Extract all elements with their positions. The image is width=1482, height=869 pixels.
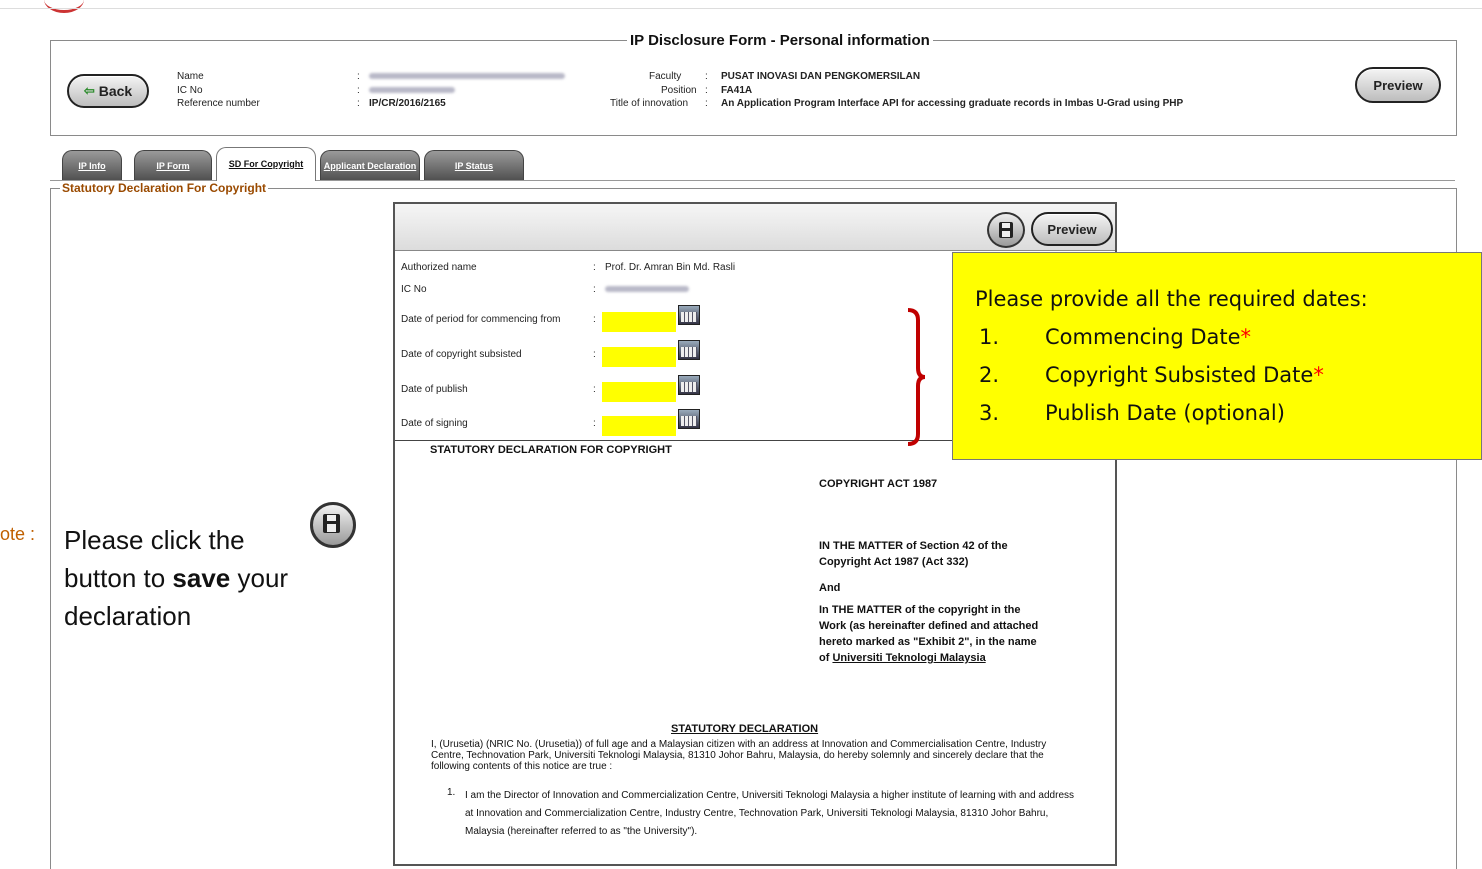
page-title: IP Disclosure Form - Personal informatio… [627, 32, 933, 49]
panel-toolbar: Preview [395, 204, 1115, 251]
name-label: Name [177, 71, 204, 82]
section-title: Statutory Declaration For Copyright [60, 181, 269, 195]
position-label: Position [661, 85, 697, 96]
statutory-declaration-heading: STATUTORY DECLARATION [671, 723, 819, 735]
reference-label: Reference number [177, 98, 260, 109]
callout-item-2-text: Copyright Subsisted Date [1045, 363, 1314, 387]
date-signing-colon: : [593, 418, 596, 429]
and-text: And [819, 582, 841, 594]
callout-item-1: Commencing Date* [1045, 325, 1251, 349]
note-prefix: ote : [0, 524, 36, 544]
date-publish-colon: : [593, 384, 596, 395]
top-divider [0, 8, 1482, 9]
ic-value-redacted [369, 87, 455, 93]
position-colon: : [705, 85, 708, 96]
callout-item-2: Copyright Subsisted Date* [1045, 363, 1324, 387]
arrow-left-icon: ⇦ [83, 83, 95, 98]
back-button[interactable]: ⇦ Back [67, 74, 149, 108]
matter-copyright: In THE MATTER of the copyright in the Wo… [819, 602, 1049, 666]
panel-preview-button[interactable]: Preview [1031, 212, 1113, 246]
panel-ic-value-redacted [605, 286, 689, 292]
innovation-title-label: Title of innovation [610, 98, 689, 109]
faculty-label: Faculty [649, 71, 682, 82]
tab-sd-for-copyright[interactable]: SD For Copyright [216, 147, 316, 181]
save-note-line-1: Please click the [64, 525, 245, 555]
required-star: * [1313, 363, 1324, 387]
callout-title: Please provide all the required dates: [975, 287, 1368, 311]
date-commencing-label: Date of period for commencing from [401, 314, 561, 325]
callout-item-number: 2. [979, 363, 1000, 387]
callout-item-1-text: Commencing Date [1045, 325, 1241, 349]
authorized-name-value: Prof. Dr. Amran Bin Md. Rasli [605, 262, 736, 273]
required-star: * [1240, 325, 1252, 349]
save-note-line-3: declaration [64, 601, 192, 631]
date-signing-label: Date of signing [401, 418, 468, 429]
name-value-redacted [369, 73, 565, 79]
save-note-text-c: your [230, 563, 289, 593]
document-heading: STATUTORY DECLARATION FOR COPYRIGHT [430, 444, 672, 456]
signing-date-input[interactable] [602, 416, 676, 436]
save-note-emphasis: save [172, 563, 231, 593]
name-colon: : [357, 71, 360, 82]
ic-label: IC No [177, 85, 203, 96]
authorized-name-label: Authorized name [401, 262, 477, 273]
declaration-item-1: I am the Director of Innovation and Comm… [465, 790, 1075, 837]
position-value: FA41A [721, 85, 753, 96]
authorized-name-colon: : [593, 262, 596, 273]
tab-ip-status[interactable]: IP Status [424, 150, 524, 181]
back-label: Back [98, 83, 133, 99]
calendar-icon[interactable] [678, 340, 700, 360]
date-commencing-colon: : [593, 314, 596, 325]
callout-item-3: Publish Date (optional) [1045, 401, 1285, 425]
bracket-annotation [907, 308, 926, 446]
university-name-link: Universiti Teknologi Malaysia [832, 652, 986, 664]
logo-fragment [44, 0, 84, 13]
personal-info-box: IP Disclosure Form - Personal informatio… [50, 32, 1457, 136]
required-dates-callout: Please provide all the required dates: 1… [952, 252, 1482, 460]
date-publish-label: Date of publish [401, 384, 468, 395]
matter-section-42: IN THE MATTER of Section 42 of the Copyr… [819, 540, 1008, 568]
save-note-text-a: button to [64, 563, 173, 593]
panel-ic-label: IC No [401, 284, 427, 295]
faculty-value: PUSAT INOVASI DAN PENGKOMERSILAN [721, 71, 921, 82]
publish-date-input[interactable] [602, 382, 676, 402]
callout-item-number: 3. [979, 401, 1000, 425]
item-number: 1. [447, 787, 456, 798]
save-note-line-2: button to save your [64, 559, 288, 597]
tab-applicant-declaration[interactable]: Applicant Declaration [320, 150, 420, 181]
reference-value: IP/CR/2016/2165 [369, 98, 446, 109]
commencing-date-input[interactable] [602, 312, 676, 332]
date-subsisted-label: Date of copyright subsisted [401, 349, 522, 360]
innovation-title-colon: : [705, 98, 708, 109]
act-heading: COPYRIGHT ACT 1987 [819, 478, 938, 490]
calendar-icon[interactable] [678, 305, 700, 325]
faculty-colon: : [705, 71, 708, 82]
callout-item-number: 1. [979, 325, 1000, 349]
floppy-disk-icon [999, 222, 1013, 238]
tab-ip-form[interactable]: IP Form [134, 150, 212, 181]
note-save-button-icon [310, 502, 356, 548]
save-button[interactable] [987, 212, 1025, 248]
tab-ip-info[interactable]: IP Info [62, 150, 122, 181]
calendar-icon[interactable] [678, 409, 700, 429]
floppy-disk-icon [323, 514, 340, 533]
date-subsisted-colon: : [593, 349, 596, 360]
calendar-icon[interactable] [678, 375, 700, 395]
preview-button[interactable]: Preview [1355, 67, 1441, 103]
ic-colon: : [357, 85, 360, 96]
reference-colon: : [357, 98, 360, 109]
panel-ic-colon: : [593, 284, 596, 295]
declaration-paragraph: I, (Urusetia) (NRIC No. (Urusetia)) of f… [431, 739, 1047, 772]
innovation-title-value: An Application Program Interface API for… [721, 98, 1184, 109]
copyright-subsisted-date-input[interactable] [602, 347, 676, 367]
